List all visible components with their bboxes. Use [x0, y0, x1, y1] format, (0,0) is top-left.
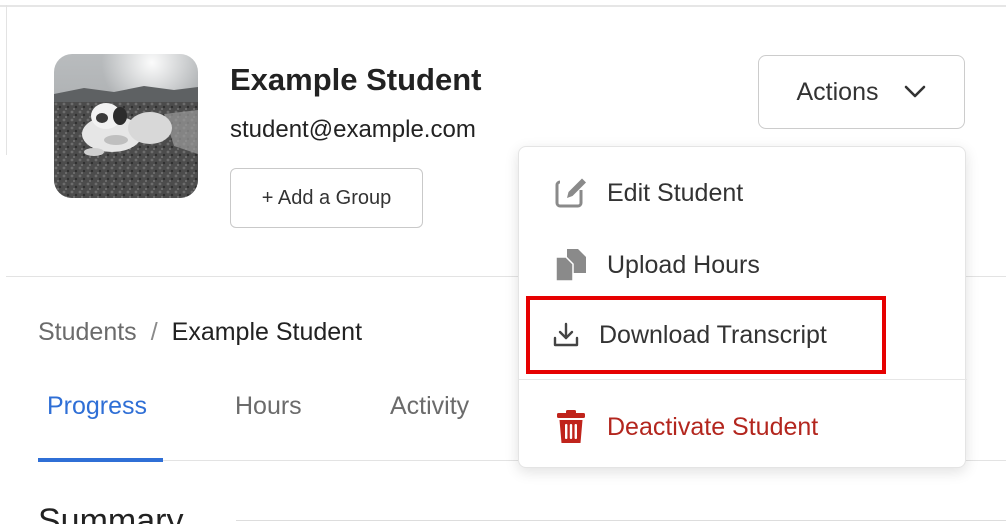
menu-item-upload-hours[interactable]: Upload Hours: [519, 235, 967, 295]
download-icon: [549, 317, 583, 353]
actions-dropdown-menu: Edit Student Upload Hours Download Trans…: [518, 146, 967, 468]
breadcrumb: Students / Example Student: [38, 318, 362, 347]
breadcrumb-students-link[interactable]: Students: [38, 318, 137, 346]
menu-item-deactivate-student[interactable]: Deactivate Student: [519, 397, 967, 457]
tab-activity[interactable]: Activity: [390, 392, 469, 421]
menu-item-label: Deactivate Student: [607, 412, 819, 441]
left-divider: [6, 5, 7, 155]
menu-item-label: Download Transcript: [599, 320, 827, 349]
add-group-button[interactable]: + Add a Group: [230, 168, 423, 228]
student-avatar: [54, 54, 198, 198]
student-name: Example Student: [230, 62, 482, 97]
menu-item-edit-student[interactable]: Edit Student: [519, 163, 967, 223]
tab-progress[interactable]: Progress: [47, 392, 147, 421]
actions-button[interactable]: Actions: [758, 55, 965, 129]
menu-item-label: Upload Hours: [607, 250, 760, 279]
actions-button-label: Actions: [796, 77, 879, 106]
summary-heading: Summary: [38, 502, 184, 524]
menu-item-download-transcript[interactable]: Download Transcript: [519, 305, 967, 365]
copy-files-icon: [553, 247, 589, 283]
avatar-photo: [54, 54, 198, 198]
menu-separator: [519, 379, 967, 380]
student-email: student@example.com: [230, 116, 476, 143]
edit-icon: [553, 175, 589, 211]
student-profile-page: Example Student student@example.com + Ad…: [0, 0, 1006, 524]
summary-divider: [236, 520, 1006, 521]
active-tab-indicator: [38, 458, 163, 462]
tab-hours[interactable]: Hours: [235, 392, 302, 421]
trash-icon: [553, 409, 589, 445]
breadcrumb-current: Example Student: [171, 318, 363, 346]
top-divider: [0, 5, 1006, 7]
menu-item-label: Edit Student: [607, 178, 744, 207]
breadcrumb-separator: /: [150, 318, 158, 346]
chevron-down-icon: [905, 85, 926, 98]
